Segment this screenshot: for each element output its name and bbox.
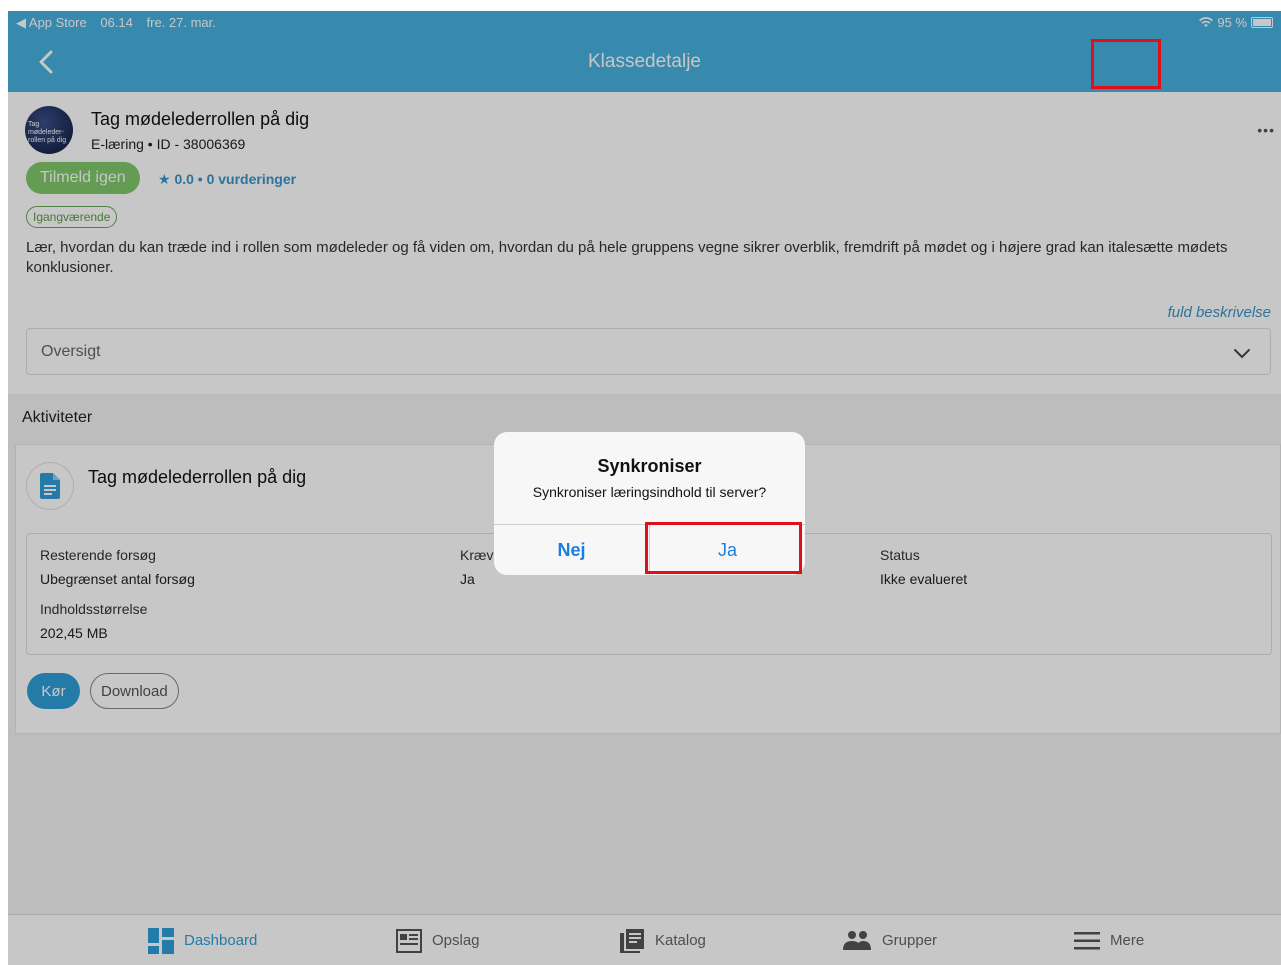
yes-button-highlight [645, 522, 802, 574]
sync-icon-highlight [1091, 39, 1161, 89]
dialog-no-button[interactable]: Nej [494, 525, 649, 575]
dialog-message: Synkroniser læringsindhold til server? [532, 484, 767, 500]
app-screen: ◀ App Store 06.14 fre. 27. mar. 95 % Kla… [8, 11, 1281, 965]
dialog-title: Synkroniser [597, 456, 702, 476]
